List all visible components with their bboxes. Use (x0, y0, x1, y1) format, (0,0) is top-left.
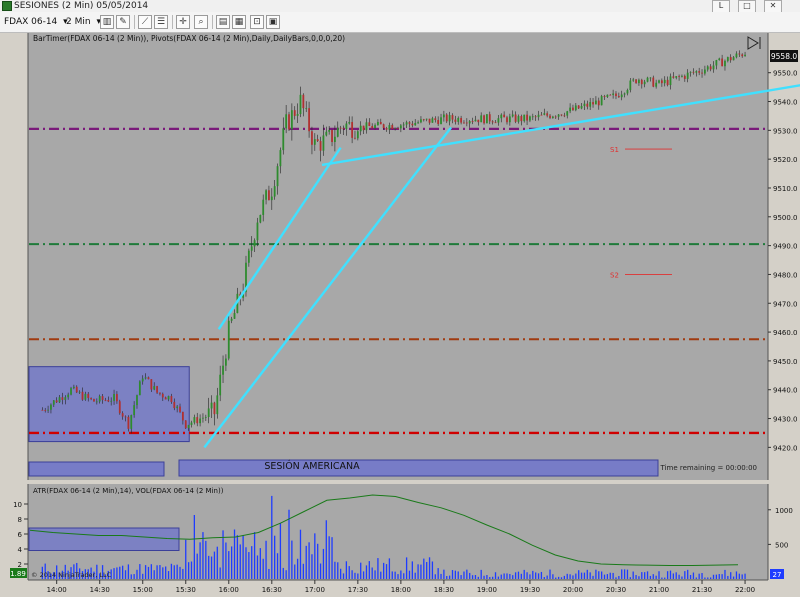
toolbar-separator (212, 15, 213, 29)
candle (577, 105, 580, 109)
chart-style-icon[interactable]: ▤ (216, 15, 230, 29)
pencil-icon[interactable]: ✎ (116, 15, 130, 29)
pivot-marker-label: S1 (610, 146, 619, 154)
time-tick-label: 18:00 (391, 586, 411, 594)
candle (600, 94, 603, 106)
candle (118, 399, 121, 415)
atr-axis-label: 4 (18, 546, 23, 554)
candle (483, 114, 485, 125)
price-tick-label: 9490.0 (773, 243, 798, 251)
time-tick-label: 14:30 (90, 586, 110, 594)
vol-value: 27 (773, 571, 782, 579)
app-icon (2, 1, 12, 11)
instrument-label: FDAX 06-14 (4, 17, 58, 27)
european-session-bar (28, 461, 165, 477)
properties-icon[interactable]: ☰ (154, 15, 168, 29)
time-tick-label: 21:00 (649, 586, 669, 594)
interval-dropdown[interactable]: 2 Min ▾ (66, 15, 101, 29)
time-tick-label: 20:30 (606, 586, 626, 594)
european-session-box-lower (28, 527, 180, 551)
time-tick-label: 17:30 (348, 586, 368, 594)
price-tick-label: 9530.0 (773, 127, 798, 135)
atr-value: 1.89 (10, 570, 26, 578)
price-tick-label: 9500.0 (773, 214, 798, 222)
atr-axis-label: 2 (18, 561, 22, 569)
bar-chart-icon[interactable]: ▥ (100, 15, 114, 29)
copyright-text: © 2014 NinjaTrader, LLC (31, 571, 112, 579)
candle (93, 398, 95, 402)
pivot-marker-label: S2 (610, 271, 619, 279)
time-tick-label: 21:30 (692, 586, 712, 594)
price-tick-label: 9460.0 (773, 329, 798, 337)
candle (184, 420, 187, 430)
american-session-bar[interactable] (178, 459, 659, 477)
time-tick-label: 17:00 (305, 586, 325, 594)
interval-label: 2 Min (66, 17, 91, 27)
price-tick-label: 9550.0 (773, 70, 798, 78)
zoom-icon[interactable]: ⌕ (194, 15, 208, 29)
lock-icon[interactable]: ⊡ (250, 15, 264, 29)
time-tick-label: 20:00 (563, 586, 583, 594)
time-tick-label: 18:30 (434, 586, 454, 594)
price-tick-label: 9430.0 (773, 416, 798, 424)
time-tick-label: 19:00 (477, 586, 497, 594)
price-tick-label: 9420.0 (773, 444, 798, 452)
export-icon[interactable]: ▣ (266, 15, 280, 29)
session-label: SESIÓN AMERICANA (264, 460, 360, 472)
candle (138, 380, 141, 396)
volume-axis-label: 1000 (775, 507, 793, 515)
atr-axis-label: 6 (18, 531, 23, 539)
time-tick-label: 16:00 (219, 586, 239, 594)
lower-panel-label: ATR(FDAX 06-14 (2 Min),14), VOL(FDAX 06-… (33, 487, 224, 495)
price-tick-label: 9450.0 (773, 358, 798, 366)
indicator-label: BarTimer(FDAX 06-14 (2 Min)), Pivots(FDA… (33, 34, 345, 43)
price-chart[interactable]: BarTimer(FDAX 06-14 (2 Min)), Pivots(FDA… (0, 33, 800, 594)
current-price: 9558.0 (771, 52, 797, 61)
chart-toolbar: FDAX 06-14 ▾ 2 Min ▾ ▥ ✎ ⟋ ☰ ✛ ⌕ ▤ ▦ ⊡ ▣ (0, 12, 800, 33)
instrument-dropdown[interactable]: FDAX 06-14 ▾ (4, 15, 68, 29)
time-tick-label: 19:30 (520, 586, 540, 594)
chart-area: BarTimer(FDAX 06-14 (2 Min)), Pivots(FDA… (0, 33, 800, 594)
price-tick-label: 9540.0 (773, 99, 798, 107)
candle (259, 214, 262, 224)
price-tick-label: 9480.0 (773, 271, 798, 279)
ruler-icon[interactable]: ⟋ (138, 15, 152, 29)
toolbar-separator (172, 15, 173, 29)
time-tick-label: 15:00 (133, 586, 153, 594)
atr-axis-label: 10 (13, 501, 22, 509)
atr-axis-label: 8 (18, 516, 22, 524)
crosshair-icon[interactable]: ✛ (176, 15, 190, 29)
time-tick-label: 14:00 (47, 586, 67, 594)
window-title: SESIONES (2 Min) 05/05/2014 (14, 1, 149, 11)
time-tick-label: 22:00 (735, 586, 755, 594)
candle (288, 111, 290, 132)
price-tick-label: 9510.0 (773, 185, 798, 193)
toolbar-separator (134, 15, 135, 29)
price-tick-label: 9520.0 (773, 156, 798, 164)
trash-icon[interactable]: ▦ (232, 15, 246, 29)
price-tick-label: 9440.0 (773, 387, 798, 395)
time-tick-label: 15:30 (176, 586, 196, 594)
time-remaining: Time remaining = 00:00:00 (660, 464, 757, 472)
time-tick-label: 16:30 (262, 586, 282, 594)
candle (486, 114, 488, 124)
price-tick-label: 9470.0 (773, 300, 798, 308)
volume-axis-label: 500 (775, 541, 788, 549)
